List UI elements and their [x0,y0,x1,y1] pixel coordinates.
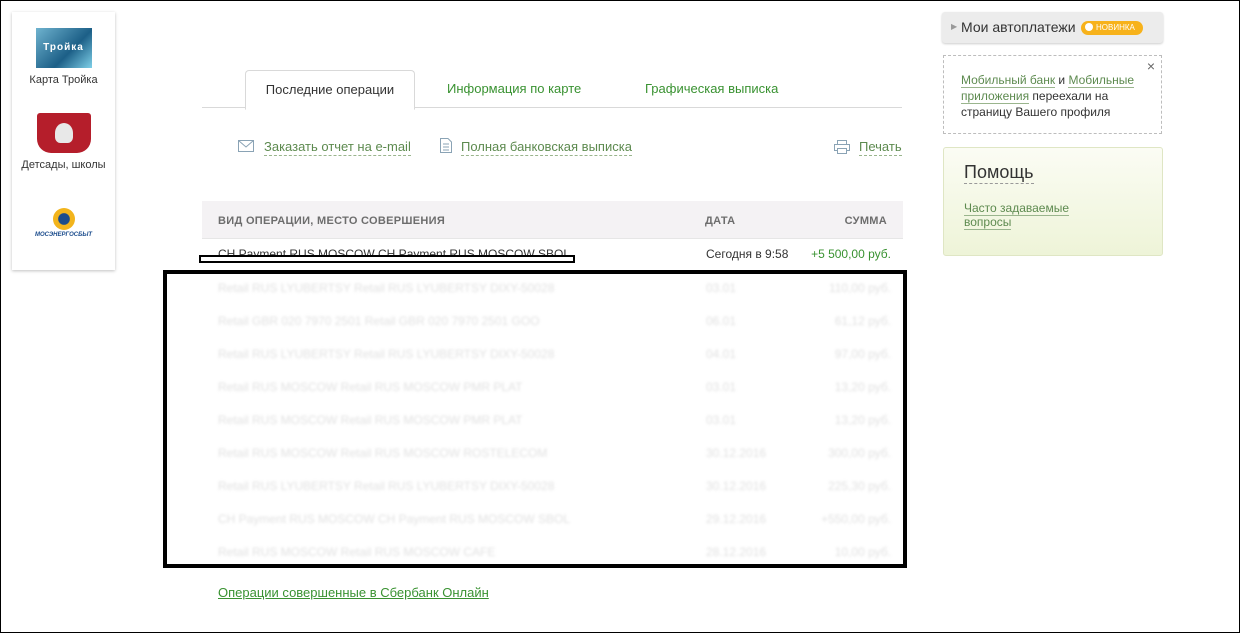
header-date: ДАТА [705,215,736,227]
mobile-bank-link[interactable]: Мобильный банк [961,73,1056,88]
full-statement-link[interactable]: Полная банковская выписка [461,139,632,156]
envelope-icon [238,140,254,152]
help-panel: Помощь Часто задаваемые вопросы [943,147,1163,256]
mosenergosbyt-logo-icon: МОСЭНЕРГОСБЫТ [35,208,93,242]
notice-text: Мобильный банк и Мобильные приложения пе… [961,72,1146,120]
service-mosenergosbyt[interactable]: МОСЭНЕРГОСБЫТ [12,208,115,242]
badge-dot-icon [1085,23,1093,31]
tab-card-info[interactable]: Информация по карте [447,70,581,108]
mobile-bank-notice: × Мобильный банк и Мобильные приложения … [943,55,1162,134]
triangle-right-icon: ▶ [951,22,958,31]
email-report-link[interactable]: Заказать отчет на e-mail [264,139,411,156]
tab-graphic-statement[interactable]: Графическая выписка [645,70,778,108]
redaction-box [163,270,907,568]
sberbank-online-operations-link[interactable]: Операции совершенные в Сбербанк Онлайн [218,585,489,600]
printer-icon [834,140,850,154]
troika-logo-text: Тройка [43,42,84,53]
service-schools-label: Детсады, школы [21,159,106,171]
service-troika[interactable]: Тройка Карта Тройка [12,28,115,86]
service-schools[interactable]: Детсады, школы [12,113,115,171]
notice-and: и [1055,73,1069,87]
faq-link[interactable]: Часто задаваемые вопросы [964,201,1094,230]
print-link[interactable]: Печать [859,139,902,156]
new-badge-label: НОВИНКА [1096,23,1135,32]
header-amount: СУММА [844,215,887,227]
service-troika-label: Карта Тройка [29,74,98,86]
document-icon [440,138,452,153]
operations-table-header: ВИД ОПЕРАЦИИ, МЕСТО СОВЕРШЕНИЯ ДАТА СУММ… [202,201,903,239]
autopayments-menu[interactable]: ▶ Мои автоплатежи НОВИНКА [942,12,1163,43]
faq-link-label: Часто задаваемые вопросы [964,201,1070,230]
header-operation: ВИД ОПЕРАЦИИ, МЕСТО СОВЕРШЕНИЯ [218,215,446,227]
help-title[interactable]: Помощь [964,161,1034,184]
autopayments-title: Мои автоплатежи [961,19,1076,35]
mosenergosbyt-logo-text: МОСЭНЕРГОСБЫТ [34,232,92,238]
row-amount: +5 500,00 руб. [811,247,891,261]
redaction-bar [199,255,575,263]
close-icon[interactable]: × [1147,58,1155,74]
troika-card-icon: Тройка [35,28,92,68]
row-date: Сегодня в 9:58 [706,247,789,261]
left-services-panel: Тройка Карта Тройка Детсады, школы МОСЭН… [12,12,115,270]
new-badge: НОВИНКА [1081,21,1143,35]
moscow-coat-of-arms-icon [36,113,91,153]
tab-recent-operations[interactable]: Последние операции [245,70,415,110]
